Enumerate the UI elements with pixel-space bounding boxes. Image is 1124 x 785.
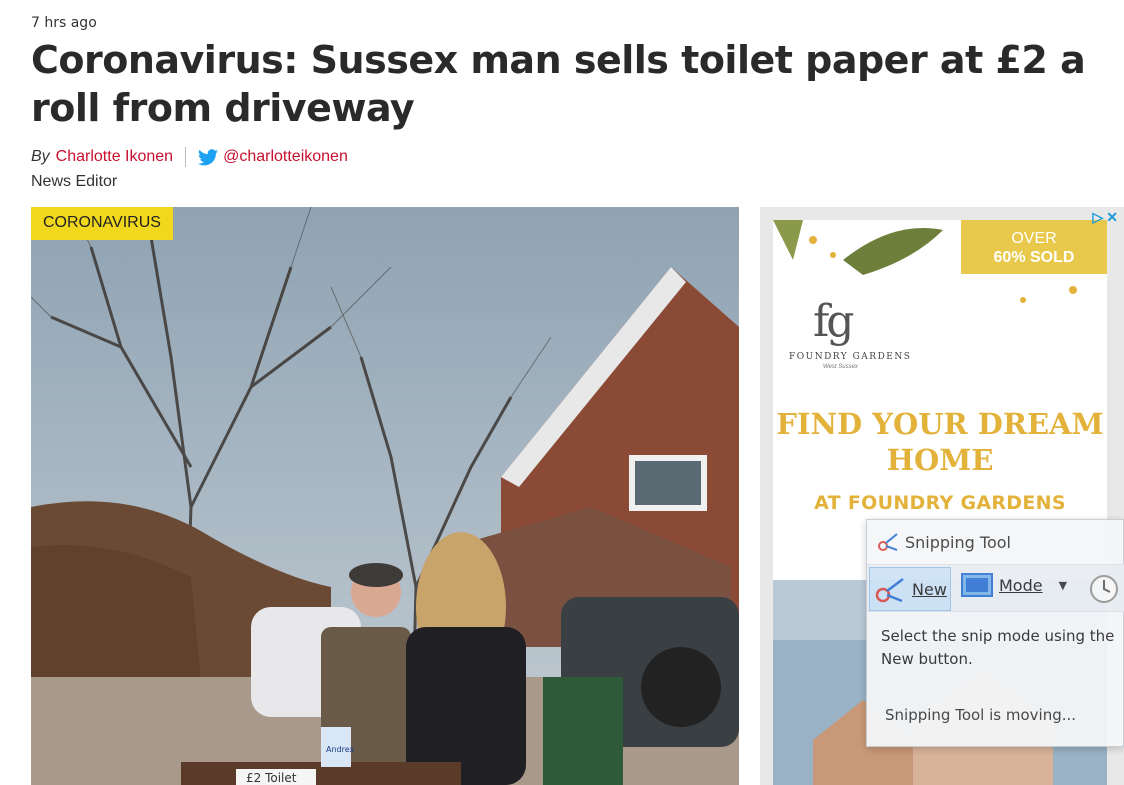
ad-logo: fg	[813, 296, 854, 347]
snipping-tool-status: Snipping Tool is moving...	[885, 706, 1077, 724]
mode-button[interactable]: Mode ▼	[961, 573, 1067, 597]
new-snip-icon	[875, 578, 904, 603]
delay-button[interactable]	[1089, 574, 1119, 608]
ad-choices[interactable]: ▷ ✕	[1092, 209, 1118, 226]
snipping-tool-titlebar[interactable]: Snipping Tool	[877, 532, 1011, 552]
ad-badge-line1: OVER	[1011, 230, 1057, 247]
scissors-icon	[878, 533, 898, 551]
mode-label: Mode	[999, 575, 1043, 595]
twitter-icon[interactable]	[198, 148, 219, 166]
twitter-handle-link[interactable]: @charlotteikonen	[223, 148, 348, 166]
chevron-down-icon[interactable]: ▼	[1059, 579, 1067, 592]
ad-close-icon[interactable]: ✕	[1106, 209, 1118, 226]
snipping-tool-title: Snipping Tool	[905, 532, 1011, 552]
ad-brand-sub: West Sussex	[823, 364, 858, 370]
category-tag[interactable]: CORONAVIRUS	[31, 207, 173, 240]
ad-choices-icon[interactable]: ▷	[1092, 209, 1103, 226]
new-snip-label: New	[912, 579, 947, 599]
timestamp: 7 hrs ago	[31, 15, 97, 31]
snipping-tool-message: Select the snip mode using the New butto…	[881, 627, 1115, 668]
snipping-tool-toolbar: New Mode ▼	[867, 564, 1124, 612]
byline-prefix: By	[31, 148, 50, 165]
product-label: Andrex	[326, 745, 355, 754]
byline: By Charlotte Ikonen @charlotteikonen	[31, 147, 348, 167]
article-headline: Coronavirus: Sussex man sells toilet pap…	[31, 38, 1086, 130]
byline-divider	[185, 147, 187, 167]
ad-badge-line2: 60% SOLD	[993, 249, 1075, 266]
ad-brand: FOUNDRY GARDENS	[789, 352, 912, 362]
author-role: News Editor	[31, 173, 118, 190]
snipping-tool-window[interactable]: Snipping Tool New Mode ▼ Select the snip…	[866, 519, 1124, 747]
hero-image[interactable]: Andrex £2 Toilet CORONAVIRUS	[31, 207, 739, 785]
hero-photo: Andrex £2 Toilet	[31, 207, 739, 785]
ad-cta[interactable]: AT FOUNDRY GARDENS	[773, 492, 1107, 514]
sign-label: £2 Toilet	[246, 771, 297, 785]
author-link[interactable]: Charlotte Ikonen	[56, 148, 173, 166]
ad-badge: OVER 60% SOLD	[961, 220, 1107, 274]
clock-icon	[1090, 575, 1118, 603]
new-snip-button[interactable]: New	[869, 567, 951, 611]
ad-headline: FIND YOUR DREAM HOME	[776, 407, 1104, 477]
mode-icon	[961, 573, 993, 597]
